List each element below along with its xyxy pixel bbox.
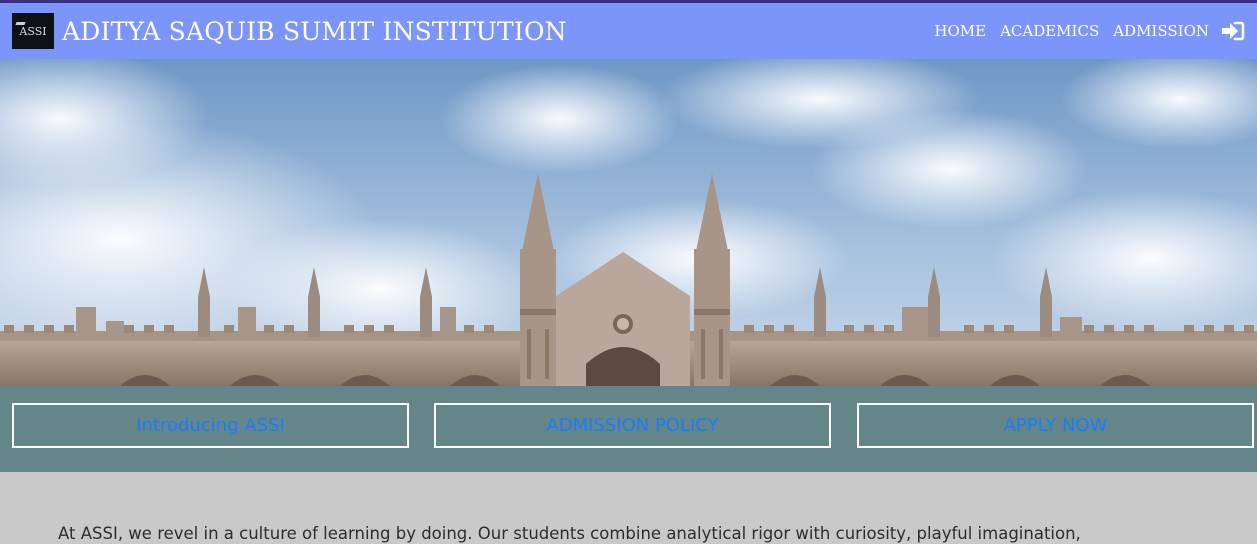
action-bar: Introducing ASSI ADMISSION POLICY APPLY … [0,386,1257,472]
site-title: ADITYA SAQUIB SUMIT INSTITUTION [62,16,567,46]
sign-in-icon[interactable] [1221,21,1245,41]
brand[interactable]: ASSI ADITYA SAQUIB SUMIT INSTITUTION [12,13,567,49]
nav-academics-link[interactable]: ACADEMICS [1000,22,1099,40]
apply-now-button[interactable]: APPLY NOW [857,403,1254,448]
logo-text: ASSI [19,24,47,38]
introducing-assi-button[interactable]: Introducing ASSI [12,403,409,448]
institution-logo: ASSI [12,13,54,49]
intro-paragraph: At ASSI, we revel in a culture of learni… [58,524,1081,543]
college-building-illustration [0,59,1257,386]
nav-admission-link[interactable]: ADMISSION [1113,22,1209,40]
main-nav: HOME ACADEMICS ADMISSION [920,21,1245,41]
top-navbar: ASSI ADITYA SAQUIB SUMIT INSTITUTION HOM… [0,0,1257,59]
hero-banner-image [0,59,1257,386]
admission-policy-button[interactable]: ADMISSION POLICY [434,403,831,448]
nav-home-link[interactable]: HOME [934,22,986,40]
graduation-cap-icon [15,22,26,25]
